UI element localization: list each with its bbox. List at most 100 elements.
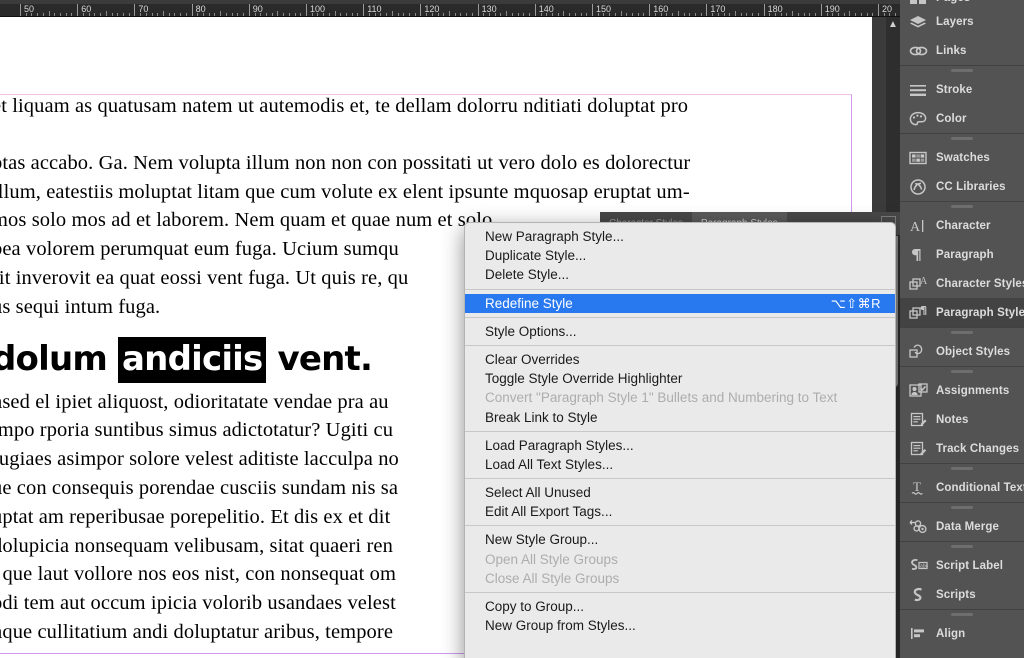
ruler-minor-tick	[723, 13, 725, 16]
ruler-minor-tick	[449, 11, 450, 16]
menu-item-break-link-to-style[interactable]: Break Link to Style	[465, 408, 895, 427]
ruler-minor-tick	[643, 13, 645, 16]
ruler-minor-tick	[632, 13, 634, 16]
sidebar-item-character[interactable]: A Character	[900, 211, 1024, 240]
sidebar-item-object-styles[interactable]: Object Styles	[900, 337, 1024, 366]
panel-group-drag-handle[interactable]	[900, 464, 1024, 473]
sidebar-item-script-label[interactable]: abc Script Label	[900, 551, 1024, 580]
ruler-minor-tick	[237, 13, 239, 16]
paragraph-styles-panel-menu[interactable]: New Paragraph Style... Duplicate Style...…	[464, 222, 896, 658]
sidebar-item-pages[interactable]: Pages	[900, 0, 1024, 7]
sidebar-item-stroke[interactable]: Stroke	[900, 75, 1024, 104]
doc-line: illum, eatestiis moluptat litam que cum …	[0, 180, 690, 203]
menu-item-label: Convert "Paragraph Style 1" Bullets and …	[485, 390, 838, 406]
drag-grip-icon	[951, 331, 973, 334]
ruler-minor-tick	[683, 13, 685, 16]
panel-dock-sidebar[interactable]: Pages Layers Links Stroke Color Swatches CC Li…	[900, 0, 1024, 658]
panel-group-drag-handle[interactable]	[900, 328, 1024, 337]
panel-group-drag-handle[interactable]	[900, 542, 1024, 551]
ruler-tick: 70	[134, 4, 148, 16]
ruler-minor-tick	[517, 13, 519, 16]
ruler-minor-tick	[397, 13, 399, 16]
layers-icon	[908, 12, 928, 32]
sidebar-item-layers[interactable]: Layers	[900, 7, 1024, 36]
menu-item-label: Redefine Style	[485, 295, 573, 311]
sidebar-item-assignments[interactable]: Assignments	[900, 376, 1024, 405]
sidebar-item-notes[interactable]: Notes	[900, 405, 1024, 434]
scroll-up-arrow-icon[interactable]: ▲	[887, 18, 899, 31]
sidebar-item-swatches[interactable]: Swatches	[900, 143, 1024, 172]
panel-group-drag-handle[interactable]	[900, 202, 1024, 211]
ruler-minor-tick	[88, 13, 90, 16]
ruler-minor-tick	[855, 13, 857, 16]
menu-item-duplicate-style[interactable]: Duplicate Style...	[465, 246, 895, 265]
sidebar-item-character-styles[interactable]: A Character Styles	[900, 269, 1024, 298]
menu-item-label: Close All Style Groups	[485, 570, 620, 586]
ruler-minor-tick	[523, 13, 525, 16]
menu-item-new-style-group[interactable]: New Style Group...	[465, 530, 895, 549]
menu-item-load-paragraph-styles[interactable]: Load Paragraph Styles...	[465, 436, 895, 455]
ruler-tick: 80	[191, 4, 206, 16]
menu-item-select-all-unused[interactable]: Select All Unused	[465, 483, 895, 502]
ruler-minor-tick	[815, 13, 817, 16]
track-changes-icon	[908, 439, 928, 459]
menu-item-style-options[interactable]: Style Options...	[465, 322, 895, 341]
menu-item-clear-overrides[interactable]: Clear Overrides	[465, 350, 895, 369]
character-icon: A	[908, 216, 928, 236]
ruler-minor-tick	[614, 13, 616, 16]
menu-item-new-paragraph-style[interactable]: New Paragraph Style...	[465, 227, 895, 246]
menu-item-edit-all-export-tags[interactable]: Edit All Export Tags...	[465, 502, 895, 521]
sidebar-item-cc-libraries[interactable]: CC Libraries	[900, 172, 1024, 201]
menu-item-delete-style[interactable]: Delete Style...	[465, 265, 895, 284]
menu-item-new-group-from-styles[interactable]: New Group from Styles...	[465, 616, 895, 635]
horizontal-ruler[interactable]: 50 60 70 80 90 100 110 120 130 140 150 160 170 180 190…	[0, 0, 900, 17]
assignments-icon	[908, 381, 928, 401]
ruler-minor-tick	[254, 13, 256, 16]
panel-group-drag-handle[interactable]	[900, 134, 1024, 143]
ruler-minor-tick	[277, 11, 279, 16]
sidebar-item-track-changes[interactable]: Track Changes	[900, 434, 1024, 463]
ruler-minor-tick	[357, 13, 359, 16]
sidebar-item-paragraph[interactable]: Paragraph	[900, 240, 1024, 269]
ruler-minor-tick	[437, 13, 439, 16]
ruler-minor-tick	[746, 13, 748, 16]
heading-selected-text[interactable]: andiciis	[118, 336, 267, 383]
ruler-minor-tick	[586, 13, 588, 16]
ruler-minor-tick	[180, 13, 182, 16]
ruler-minor-tick	[374, 13, 376, 16]
ruler-minor-tick	[368, 13, 370, 16]
panel-group-drag-handle[interactable]	[900, 66, 1024, 75]
menu-item-redefine-style[interactable]: Redefine Style ⌥⇧⌘R	[465, 293, 895, 313]
ruler-minor-tick	[94, 13, 96, 16]
drag-grip-icon	[951, 370, 973, 373]
menu-item-label: New Group from Styles...	[485, 618, 636, 634]
ruler-minor-tick	[466, 13, 468, 16]
sidebar-item-color[interactable]: Color	[900, 104, 1024, 133]
menu-section: Style Options...	[465, 318, 895, 345]
ruler-minor-tick	[174, 13, 176, 16]
menu-item-load-all-text-styles[interactable]: Load All Text Styles...	[465, 455, 895, 474]
sidebar-item-links[interactable]: Links	[900, 36, 1024, 65]
ruler-minor-tick	[197, 13, 199, 16]
sidebar-item-label: Conditional Text	[936, 481, 1024, 494]
menu-item-toggle-style-override-highlighter[interactable]: Toggle Style Override Highlighter	[465, 369, 895, 388]
ruler-minor-tick	[866, 13, 868, 16]
sidebar-item-label: Assignments	[936, 384, 1010, 397]
ruler-minor-tick	[666, 13, 668, 16]
links-icon	[908, 41, 928, 61]
sidebar-item-align[interactable]: Align	[900, 619, 1024, 648]
panel-group-drag-handle[interactable]	[900, 610, 1024, 619]
sidebar-item-scripts[interactable]: Scripts	[900, 580, 1024, 609]
ruler-minor-tick	[729, 13, 731, 16]
character-styles-icon: A	[908, 274, 928, 294]
ruler-minor-tick	[677, 11, 679, 16]
panel-group-drag-handle[interactable]	[900, 367, 1024, 376]
sidebar-item-conditional-text[interactable]: T Conditional Text	[900, 473, 1024, 502]
panel-group-drag-handle[interactable]	[900, 503, 1024, 512]
ruler-minor-tick	[300, 13, 302, 16]
ruler-tick: 100	[306, 4, 325, 16]
sidebar-item-paragraph-styles[interactable]: Paragraph Styles	[900, 298, 1024, 327]
menu-item-copy-to-group[interactable]: Copy to Group...	[465, 597, 895, 616]
sidebar-item-label: Paragraph	[936, 248, 994, 261]
sidebar-item-data-merge[interactable]: Data Merge	[900, 512, 1024, 541]
